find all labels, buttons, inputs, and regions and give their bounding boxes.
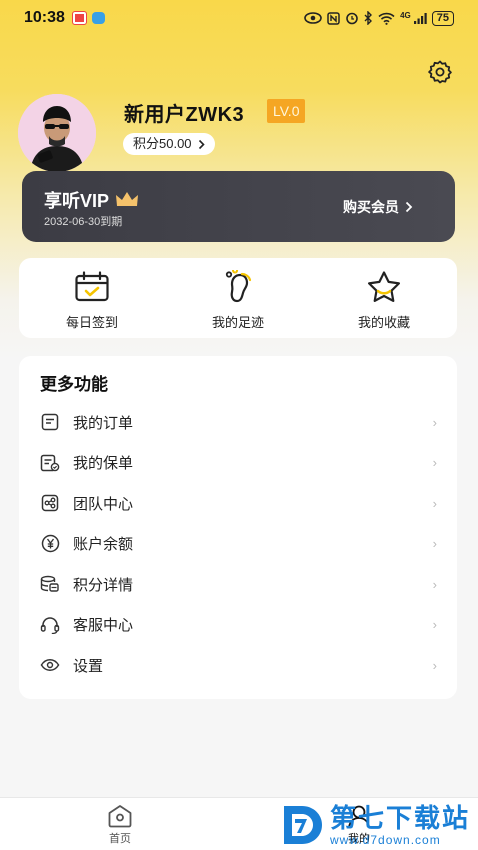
footprint-button[interactable]: 我的足迹 [165, 258, 311, 338]
chevron-right-icon: › [432, 576, 437, 592]
eye-icon [40, 659, 60, 672]
menu-item-policies[interactable]: 我的保单 › [19, 443, 457, 484]
chevron-right-icon [405, 201, 413, 213]
menu-list: 我的订单 › 我的保单 › 团队中心 › 账户余额 › 积分详情 › 客服中心 … [19, 402, 457, 686]
calendar-check-icon [75, 271, 109, 302]
chevron-right-icon: › [432, 495, 437, 511]
chevron-right-icon [198, 139, 205, 149]
watermark-logo-icon [284, 806, 322, 844]
nav-home[interactable]: 首页 [99, 804, 141, 846]
level-badge: LV.0 [267, 99, 306, 123]
nfc-icon [327, 11, 340, 25]
wifi-icon [378, 12, 395, 25]
favorites-button[interactable]: 我的收藏 [311, 258, 457, 338]
status-bar: 10:38 4G 75 [0, 0, 478, 36]
menu-item-label: 团队中心 [73, 495, 134, 513]
signal-icon [413, 12, 427, 24]
home-icon [108, 805, 132, 828]
vip-card[interactable]: 享听VIP 2032-06-30到期 购买会员 [22, 171, 455, 242]
policy-icon [40, 454, 60, 472]
section-title: 更多功能 [40, 375, 108, 394]
vip-expire: 2032-06-30到期 [44, 216, 123, 228]
username: 新用户ZWK3 [124, 104, 245, 126]
settings-button[interactable] [424, 56, 456, 88]
menu-item-label: 设置 [73, 657, 104, 675]
menu-item-label: 我的保单 [73, 455, 134, 473]
quick-action-label: 我的收藏 [357, 315, 410, 330]
menu-item-label: 账户余额 [73, 536, 134, 554]
more-functions-card: 更多功能 我的订单 › 我的保单 › 团队中心 › 账户余额 › 积分详情 › … [19, 356, 457, 699]
buy-vip-label: 购买会员 [343, 199, 399, 215]
avatar[interactable] [18, 94, 96, 172]
menu-item-balance[interactable]: 账户余额 › [19, 524, 457, 565]
watermark-title: 第七下载站 [330, 803, 471, 833]
nav-home-label: 首页 [109, 833, 131, 845]
menu-item-team[interactable]: 团队中心 › [19, 483, 457, 524]
menu-item-support[interactable]: 客服中心 › [19, 605, 457, 646]
vip-title-text: 享听VIP [44, 191, 110, 211]
quick-action-label: 每日签到 [65, 315, 118, 330]
team-icon [41, 495, 59, 512]
status-time: 10:38 [24, 9, 65, 26]
chevron-right-icon: › [432, 455, 437, 471]
menu-item-points[interactable]: 积分详情 › [19, 564, 457, 605]
points-label: 积分50.00 [133, 136, 192, 151]
headset-icon [40, 617, 60, 634]
battery-indicator: 75 [431, 10, 454, 26]
watermark-url: www.d7down.com [330, 833, 441, 847]
alarm-icon [346, 12, 358, 25]
watermark: 第七下载站 www.d7down.com [280, 800, 478, 850]
daily-checkin-button[interactable]: 每日签到 [19, 258, 165, 338]
bluetooth-icon [364, 11, 373, 25]
points-pill[interactable]: 积分50.00 [123, 133, 215, 155]
network-type: 4G [400, 10, 411, 20]
chevron-right-icon: › [432, 414, 437, 430]
menu-item-label: 客服中心 [73, 617, 134, 635]
chevron-right-icon: › [432, 617, 437, 633]
eye-status-icon [304, 12, 322, 24]
menu-item-label: 积分详情 [73, 576, 134, 594]
gear-icon [428, 60, 452, 84]
star-icon [368, 271, 400, 302]
quick-actions-card: 每日签到 我的足迹 我的收藏 [19, 258, 457, 338]
menu-item-orders[interactable]: 我的订单 › [19, 402, 457, 443]
menu-item-settings[interactable]: 设置 › [19, 645, 457, 686]
chevron-right-icon: › [432, 657, 437, 673]
notification-app-icon [71, 11, 87, 25]
order-icon [41, 414, 59, 431]
avatar-image [18, 94, 96, 172]
chevron-right-icon: › [432, 536, 437, 552]
coins-icon [40, 576, 59, 592]
quick-action-label: 我的足迹 [211, 315, 264, 330]
crown-icon [116, 192, 139, 206]
notification-app-icon-2 [91, 12, 105, 24]
yuan-icon [41, 535, 59, 553]
menu-item-label: 我的订单 [73, 414, 134, 432]
footprint-icon [225, 270, 252, 303]
buy-vip-button[interactable]: 购买会员 [343, 197, 413, 217]
vip-title: 享听VIP [44, 187, 139, 213]
